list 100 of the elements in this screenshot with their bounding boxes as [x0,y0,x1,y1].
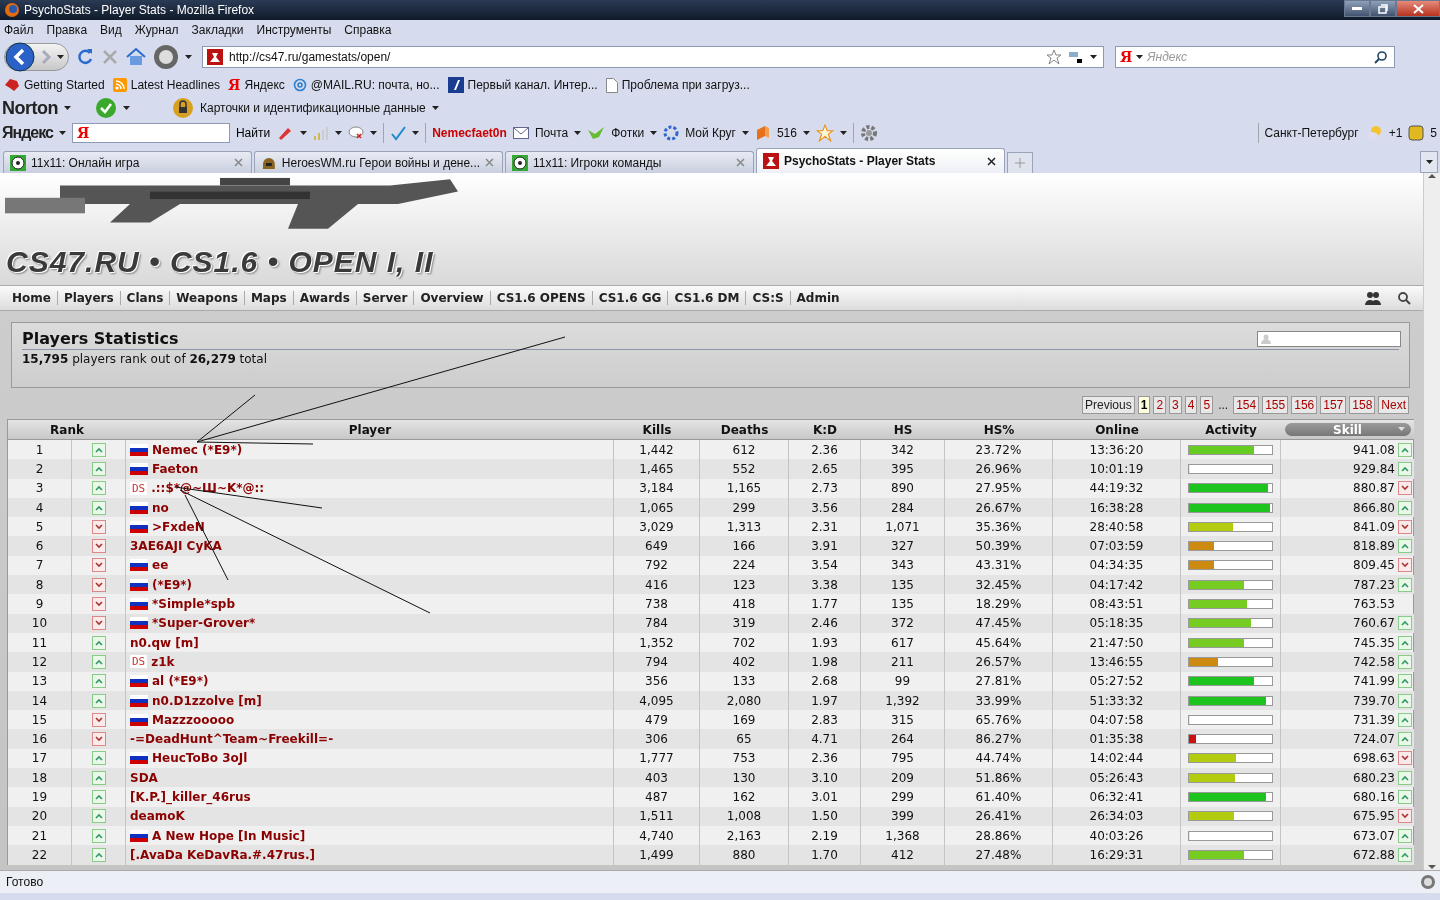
search-field[interactable]: Я Яндекс [1115,46,1395,68]
player-link[interactable]: z1k [151,654,175,669]
nav-link[interactable]: Maps [244,291,294,305]
menu-item[interactable]: Закладки [191,23,244,37]
menu-item[interactable]: Инструменты [256,23,332,37]
nav-link[interactable]: Home [6,291,58,305]
city-label[interactable]: Санкт-Петербург [1264,126,1359,140]
nav-link[interactable]: Weapons [170,291,245,305]
star-icon[interactable] [1046,49,1062,65]
users-icon[interactable] [1365,291,1381,305]
dropdown-icon[interactable] [1136,54,1144,60]
player-link[interactable]: Nemec (*E9*) [152,442,243,457]
dropdown-icon[interactable] [64,105,71,111]
yandex-search-field[interactable]: Я [71,123,230,143]
player-link[interactable]: ee [152,558,169,573]
search-icon[interactable] [1374,50,1388,64]
bookmark-item[interactable]: @MAIL.RU: почта, но... [310,78,440,92]
player-link[interactable]: no [152,500,169,515]
address-field[interactable]: http://cs47.ru/gamestats/open/ [202,46,1104,68]
check-icon[interactable] [95,97,117,119]
close-icon[interactable] [987,156,996,166]
column-header[interactable]: Player [348,422,392,437]
dropdown-icon[interactable] [335,130,343,136]
dropdown-icon[interactable] [650,130,658,136]
envelope-icon[interactable] [512,127,529,139]
bookmark-item[interactable]: Latest Headlines [130,78,221,92]
identity-menu[interactable]: Карточки и идентификационные данные [200,101,426,115]
nav-link[interactable]: CS:S [746,291,791,305]
page-link[interactable]: 157 [1320,396,1347,414]
restore-button[interactable] [1370,0,1396,17]
bookmark-item[interactable]: Яндекс [244,78,285,92]
norton-logo[interactable]: Norton [2,97,58,119]
bookmark-item[interactable]: Проблема при загруз... [621,78,750,92]
column-header[interactable]: HS [893,422,913,437]
dropdown-icon[interactable] [300,130,308,136]
nav-link[interactable]: CS1.6 OPENS [490,291,593,305]
badge-count[interactable]: 5 [1430,126,1440,140]
player-link[interactable]: .::$*@~Ш~K*@:: [151,481,265,496]
bookmark-item[interactable]: Getting Started [24,78,105,92]
page-link[interactable]: 158 [1349,396,1376,414]
browser-tab[interactable]: HeroesWM.ru Герои войны и дене... [254,151,503,173]
tab-list-button[interactable] [1420,151,1438,173]
page-link[interactable]: 1 [1137,396,1151,414]
page-link[interactable]: 3 [1169,396,1182,414]
caret-icon[interactable] [1425,159,1433,165]
player-link[interactable]: Mazzzooooo [152,712,235,727]
browser-tab[interactable]: 11x11: Игроки команды [505,151,754,173]
close-button[interactable] [1396,0,1440,17]
dropdown-icon[interactable] [412,130,420,136]
nav-link[interactable]: CS1.6 GG [592,291,669,305]
addon-icon[interactable] [153,44,179,70]
back-icon[interactable] [5,42,35,72]
player-link[interactable]: al (*E9*) [152,674,209,689]
minimize-button[interactable] [1344,0,1370,17]
nav-link[interactable]: Overview [414,291,491,305]
nav-link[interactable]: Clans [120,291,171,305]
nav-link[interactable]: Players [57,291,121,305]
star-icon[interactable] [815,124,834,142]
dropdown-icon[interactable] [370,130,378,136]
player-link[interactable]: (*E9*) [152,577,193,592]
flower-icon[interactable] [663,125,680,141]
menu-item[interactable]: Правка [46,23,88,37]
player-link[interactable]: Faeton [152,461,199,476]
nav-link[interactable]: Admin [790,291,846,305]
temperature-label[interactable]: +1 [1388,126,1403,140]
player-link[interactable]: 3AE6AJI CyKA [130,539,222,554]
dropdown-icon[interactable] [123,105,130,111]
gear-icon[interactable] [859,124,878,142]
page-link[interactable]: 5 [1200,396,1214,414]
dropdown-icon[interactable] [57,54,64,60]
search-icon[interactable] [1397,291,1411,305]
menu-item[interactable]: Файл [4,23,34,37]
page-link[interactable]: 155 [1262,396,1289,414]
player-search-field[interactable] [1257,331,1401,347]
browser-tab[interactable]: PsychoStats - Player Stats [756,148,1005,173]
dropdown-icon[interactable] [741,130,749,136]
yandex-logo[interactable]: Яндекс [2,124,53,142]
mail-link[interactable]: Почта [534,126,569,140]
coin-icon[interactable] [1408,125,1425,141]
nav-link[interactable]: CS1.6 DM [668,291,747,305]
page-link[interactable]: 154 [1233,396,1260,414]
count-link[interactable]: 516 [776,126,797,140]
player-link[interactable]: n0.qw [m] [130,635,199,650]
addon-icon[interactable] [1420,874,1436,890]
dropdown-icon[interactable] [58,130,66,136]
home-icon[interactable] [125,47,147,67]
player-link[interactable]: n0.D1zzolve [m] [152,693,262,708]
page-link[interactable]: 4 [1184,396,1198,414]
previous-button[interactable]: Previous [1082,396,1135,414]
dropdown-icon[interactable] [574,130,582,136]
page-link[interactable]: 156 [1291,396,1318,414]
player-link[interactable]: SDA [130,770,158,785]
dropdown-icon[interactable] [839,130,847,136]
dropdown-icon[interactable] [185,54,192,60]
nav-link[interactable]: Awards [293,291,357,305]
menu-item[interactable]: Журнал [134,23,179,37]
menu-item[interactable]: Справка [344,23,392,37]
dropdown-icon[interactable] [431,105,439,111]
photos-link[interactable]: Фотки [611,126,645,140]
player-link[interactable]: *Super-Grover* [152,616,256,631]
